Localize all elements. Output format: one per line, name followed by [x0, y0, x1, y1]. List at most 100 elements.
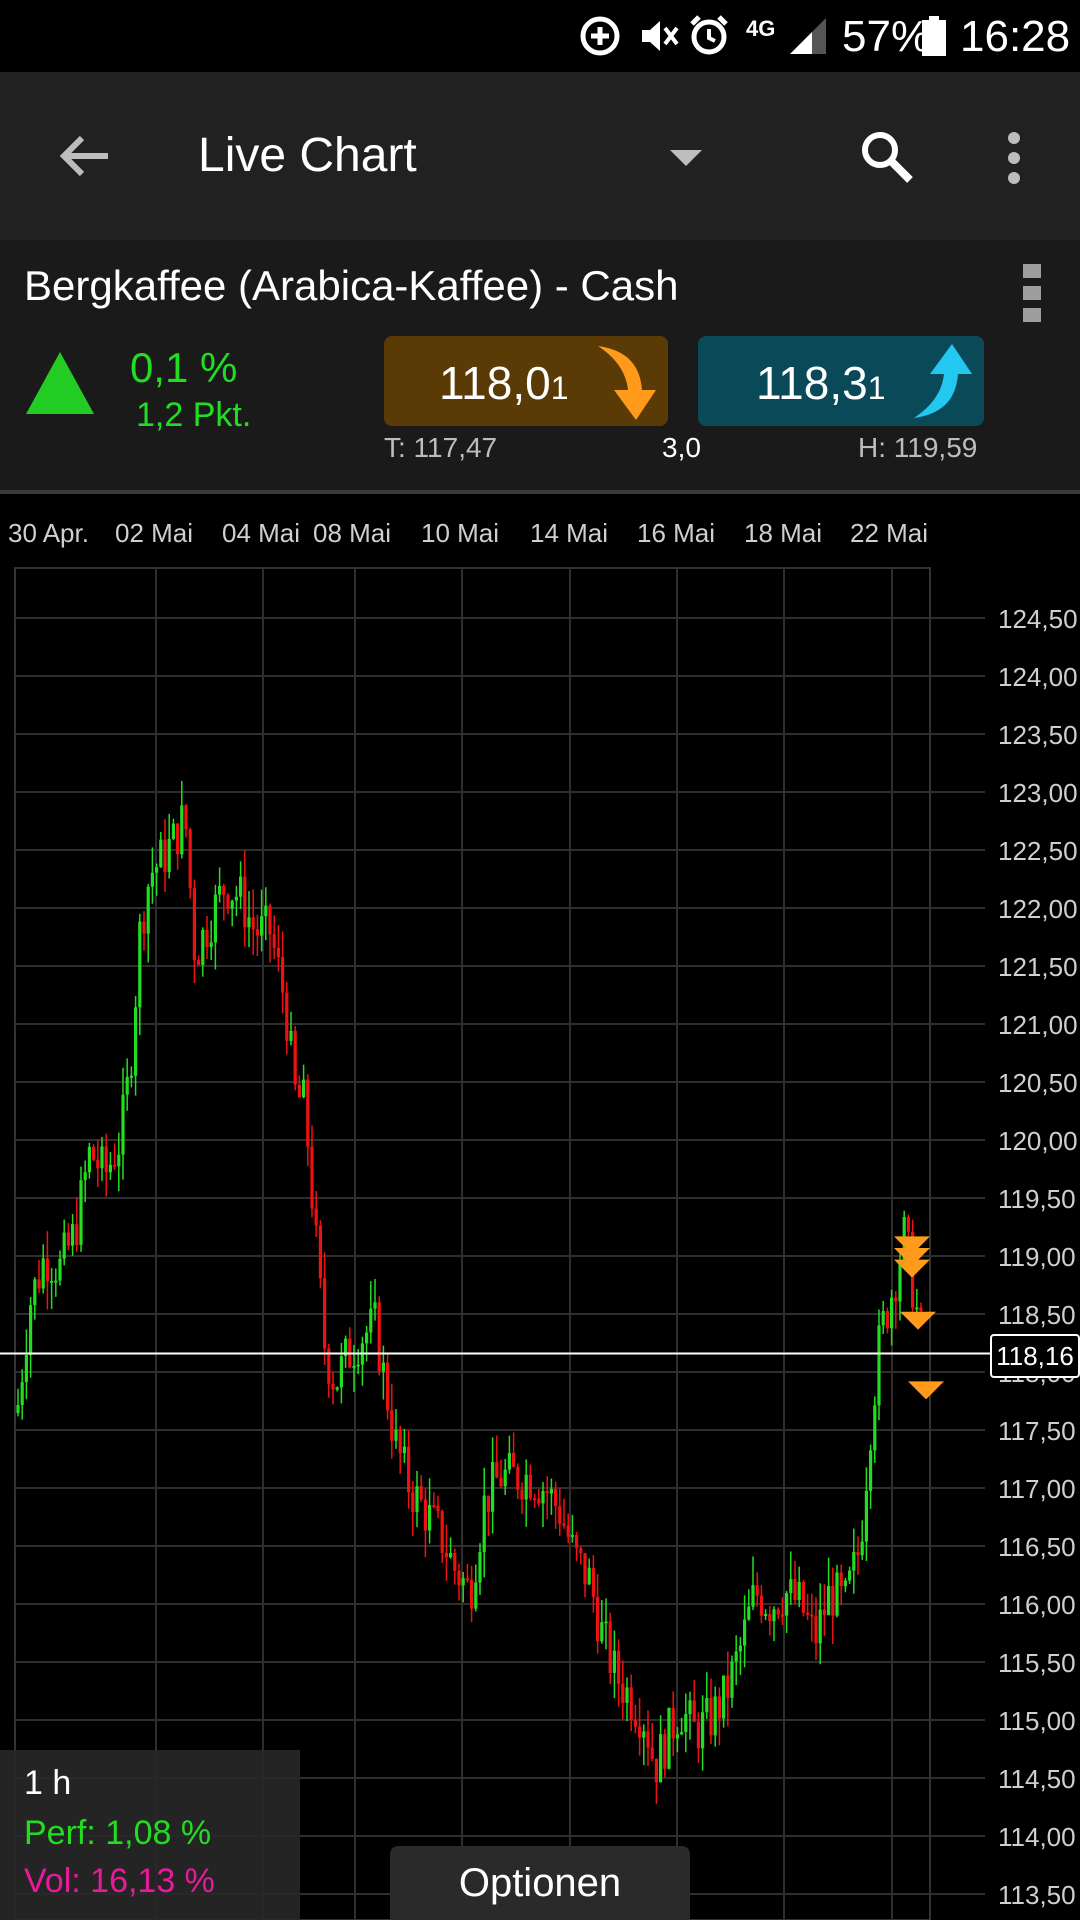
candle-body — [692, 1700, 696, 1722]
candle-body — [331, 1383, 335, 1390]
y-label: 122,00 — [998, 894, 1078, 924]
candle-body — [205, 929, 209, 947]
candle-body — [659, 1734, 663, 1783]
x-label: 16 Mai — [637, 518, 716, 548]
candle-body — [108, 1164, 112, 1173]
y-label: 120,50 — [998, 1068, 1078, 1098]
y-label: 116,50 — [998, 1532, 1076, 1562]
candle-body — [478, 1552, 482, 1583]
candle-body — [188, 829, 192, 889]
candle-body — [436, 1505, 440, 1512]
candle-body — [113, 1164, 117, 1167]
candle-body — [390, 1410, 394, 1441]
candle-body — [890, 1297, 894, 1329]
y-label: 120,00 — [998, 1126, 1078, 1156]
candle-body — [898, 1263, 902, 1302]
candle-body — [58, 1258, 62, 1281]
candle-body — [612, 1650, 616, 1673]
candle-body — [633, 1719, 637, 1727]
candle-body — [285, 992, 289, 1041]
candle-body — [701, 1712, 705, 1749]
x-label: 30 Apr. — [8, 518, 89, 548]
candle-body — [201, 929, 205, 966]
candle-body — [818, 1609, 822, 1644]
change-points: 1,2 Pkt. — [136, 396, 252, 434]
candle-body — [20, 1382, 24, 1405]
battery-icon — [922, 16, 946, 56]
candle-body — [806, 1612, 810, 1615]
options-button[interactable]: Optionen — [390, 1846, 690, 1920]
candle-body — [600, 1622, 604, 1642]
candle-body — [318, 1225, 322, 1279]
candle-body — [654, 1758, 658, 1783]
candle-body — [512, 1452, 516, 1467]
candle-body — [486, 1495, 490, 1512]
candle-body — [524, 1474, 528, 1500]
candle-body — [520, 1489, 524, 1500]
candle-body — [642, 1731, 646, 1738]
candle-body — [470, 1579, 474, 1609]
candle-body — [646, 1731, 650, 1748]
candle-body — [734, 1651, 738, 1662]
sell-price-small: 1 — [550, 370, 569, 406]
y-label: 118,50 — [998, 1300, 1076, 1330]
page-title[interactable]: Live Chart — [198, 128, 417, 183]
candle-body — [906, 1216, 910, 1232]
candle-body — [751, 1585, 755, 1607]
candle-body — [864, 1490, 868, 1542]
plot-area — [14, 567, 931, 1920]
candle-body — [570, 1534, 574, 1537]
candle-body — [814, 1616, 818, 1644]
y-label: 117,50 — [998, 1416, 1076, 1446]
candle-body — [444, 1552, 448, 1558]
candle-body — [919, 1307, 923, 1312]
candle-body — [260, 916, 264, 936]
candle-body — [297, 1084, 301, 1098]
candle-body — [705, 1698, 709, 1713]
dropdown-icon[interactable] — [670, 148, 702, 168]
candle-body — [465, 1578, 469, 1581]
candle-body — [776, 1609, 780, 1615]
candle-body — [873, 1405, 877, 1451]
candle-body — [839, 1572, 843, 1587]
candle-body — [92, 1146, 96, 1160]
candle-body — [688, 1700, 692, 1715]
more-vert-icon[interactable] — [1000, 130, 1028, 186]
candle-body — [100, 1146, 104, 1169]
candle-body — [369, 1308, 373, 1333]
order-marker — [908, 1381, 944, 1400]
candle-body — [638, 1726, 642, 1738]
buy-button[interactable]: 118,31 — [698, 336, 984, 426]
day-high: H: 119,59 — [858, 432, 978, 463]
y-label: 113,50 — [998, 1880, 1076, 1910]
search-icon[interactable] — [858, 128, 916, 186]
back-arrow-icon[interactable] — [56, 132, 112, 180]
candle-body — [234, 896, 238, 901]
interval-label[interactable]: 1 h — [24, 1764, 71, 1803]
y-label: 116,00 — [998, 1590, 1076, 1620]
candle-body — [440, 1511, 444, 1553]
candle-body — [75, 1224, 79, 1245]
candle-body — [491, 1462, 495, 1512]
candle-body — [50, 1280, 54, 1283]
candle-body — [621, 1683, 625, 1703]
candle-body — [138, 921, 142, 1008]
candle-body — [213, 894, 217, 943]
candle-body — [45, 1258, 49, 1282]
candle-body — [562, 1523, 566, 1526]
y-label: 123,50 — [998, 720, 1078, 750]
candle-body — [251, 917, 255, 930]
candle-body — [276, 947, 280, 958]
y-label: 114,50 — [998, 1764, 1076, 1794]
battery-percent: 57% — [842, 12, 931, 61]
candle-body — [663, 1734, 667, 1769]
candle-body — [167, 839, 171, 872]
sell-button[interactable]: 118,01 — [384, 336, 668, 426]
y-label: 122,50 — [998, 836, 1078, 866]
candle-body — [587, 1567, 591, 1585]
live-chart[interactable] — [0, 494, 1080, 1920]
app-bar: Live Chart — [0, 72, 1080, 240]
day-low: T: 117,47 — [384, 432, 498, 463]
candle-body — [239, 876, 243, 897]
instrument-menu-icon[interactable] — [1020, 262, 1046, 326]
